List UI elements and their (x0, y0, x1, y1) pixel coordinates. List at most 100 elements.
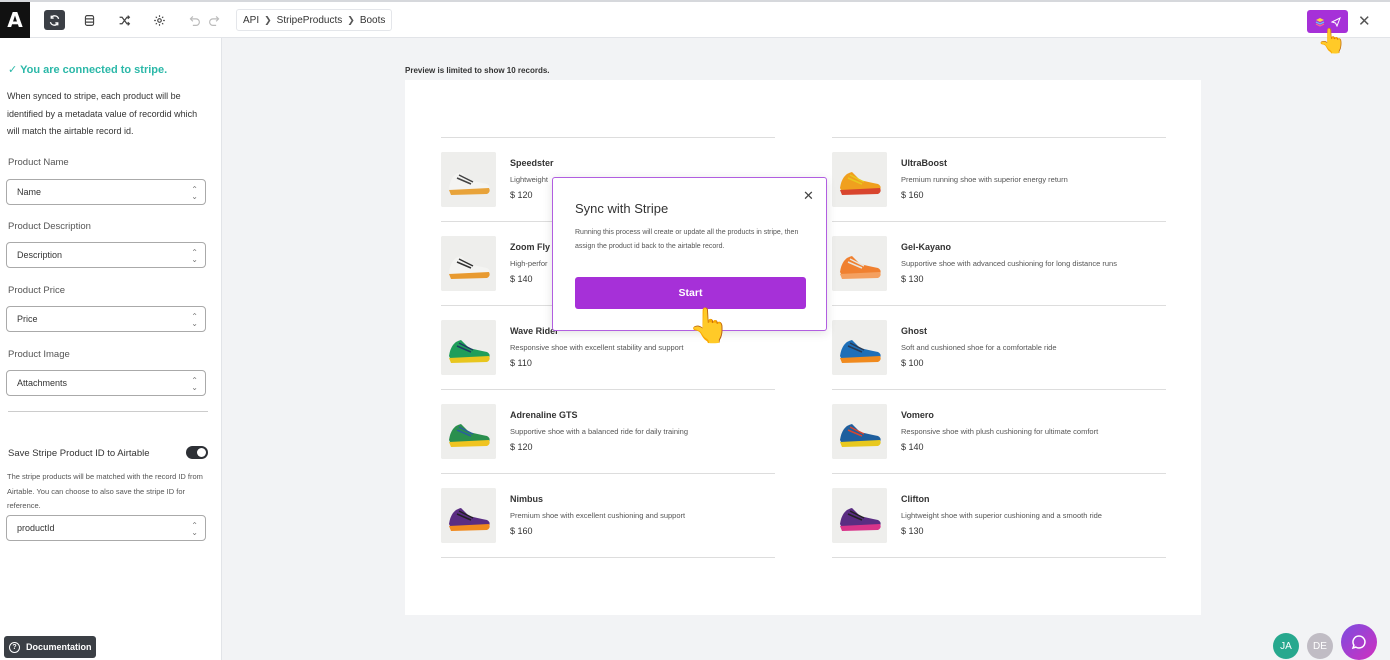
product-description: Soft and cushioned shoe for a comfortabl… (901, 343, 1057, 352)
settings-sidebar: ✓ You are connected to stripe. When sync… (0, 38, 222, 660)
redo-button[interactable] (204, 10, 225, 30)
avatar[interactable]: DE (1307, 633, 1333, 659)
help-icon: ? (9, 641, 20, 653)
product-thumbnail (832, 236, 887, 291)
product-description: Lightweight (510, 175, 548, 184)
shoe-image (832, 488, 887, 543)
chat-bubble-icon (1351, 635, 1366, 650)
close-icon[interactable]: ✕ (803, 188, 814, 204)
refresh-button[interactable] (44, 10, 65, 30)
product-row: Clifton Lightweight shoe with superior cu… (832, 474, 1166, 558)
field-label: Product Image (8, 349, 70, 360)
product-description-select[interactable]: Description ⌃ ⌄ (6, 242, 206, 268)
product-description: Responsive shoe with excellent stability… (510, 343, 684, 352)
refresh-icon (49, 14, 60, 26)
product-image-select[interactable]: Attachments ⌃ ⌄ (6, 370, 206, 396)
divider (8, 411, 208, 412)
field-label: Product Name (8, 157, 69, 168)
database-button[interactable] (79, 10, 100, 30)
product-row: Vomero Responsive shoe with plush cushion… (832, 390, 1166, 474)
start-button[interactable]: Start (575, 277, 806, 309)
product-price: $ 110 (510, 358, 532, 368)
product-description: Supportive shoe with a balanced ride for… (510, 427, 689, 436)
chevron-right-icon: ❯ (347, 14, 355, 25)
product-description: Responsive shoe with plush cushioning fo… (901, 427, 1099, 436)
shoe-image (441, 404, 496, 459)
undo-button[interactable] (184, 10, 205, 30)
settings-button[interactable] (149, 10, 170, 30)
save-id-description: The stripe products will be matched with… (7, 472, 203, 510)
chevron-updown-icon: ⌃ ⌄ (191, 376, 198, 392)
shuffle-button[interactable] (114, 10, 135, 30)
gear-icon (154, 14, 165, 26)
product-name: Ghost (901, 326, 927, 336)
product-price: $ 130 (901, 274, 924, 284)
product-price: $ 100 (901, 358, 924, 368)
field-label: Product Price (8, 285, 66, 296)
shoe-image (832, 404, 887, 459)
product-name: Adrenaline GTS (510, 410, 578, 420)
pointer-hand-icon: 👆 (1317, 28, 1347, 55)
shoe-image (441, 320, 496, 375)
pointer-hand-icon: 👆 (688, 307, 731, 345)
product-thumbnail (832, 152, 887, 207)
product-name: Nimbus (510, 494, 544, 504)
product-price: $ 160 (901, 190, 924, 200)
product-price: $ 160 (510, 526, 533, 536)
product-thumbnail (441, 404, 496, 459)
product-preview-panel: Speedster Lightweight $ 120 Zoom Fly High-pe… (405, 80, 1201, 615)
breadcrumb-item[interactable]: Boots (360, 15, 386, 26)
product-name-select[interactable]: Name ⌃ ⌄ (6, 179, 206, 205)
product-row: Ghost Soft and cushioned shoe for a comfo… (832, 306, 1166, 390)
modal-description: Running this process will create or upda… (575, 229, 799, 250)
product-price: $ 120 (510, 190, 533, 200)
product-price: $ 140 (510, 274, 533, 284)
connection-status: ✓ You are connected to stripe. (8, 64, 168, 76)
avatar[interactable]: JA (1273, 633, 1299, 659)
close-icon[interactable]: ✕ (1358, 12, 1371, 30)
product-column-right: UltraBoost Premium running shoe with supe… (832, 137, 1166, 558)
product-description: Premium running shoe with superior energ… (901, 175, 1068, 184)
app-logo: A (0, 2, 30, 38)
shoe-image (832, 152, 887, 207)
product-name: Speedster (510, 158, 554, 168)
send-icon (1330, 16, 1341, 27)
field-label: Product Description (8, 221, 91, 232)
product-price: $ 130 (901, 526, 924, 536)
chevron-updown-icon: ⌃ ⌄ (191, 521, 198, 537)
product-name: Zoom Fly (510, 242, 550, 252)
top-bar: A API ❯ StripeProducts ❯ Boots ✕ (0, 0, 1390, 38)
chevron-updown-icon: ⌃ ⌄ (191, 185, 198, 201)
shuffle-icon (119, 14, 131, 26)
product-description: High-perfor (510, 259, 548, 268)
redo-icon (209, 15, 220, 26)
undo-icon (189, 15, 200, 26)
shoe-image (832, 320, 887, 375)
chat-button[interactable] (1341, 624, 1377, 660)
product-name: Clifton (901, 494, 930, 504)
check-icon: ✓ (8, 64, 18, 76)
product-thumbnail (441, 152, 496, 207)
product-row: Nimbus Premium shoe with excellent cushio… (441, 474, 775, 558)
product-name: Vomero (901, 410, 934, 420)
shoe-image (832, 236, 887, 291)
breadcrumb-item[interactable]: API (243, 15, 259, 26)
breadcrumb-item[interactable]: StripeProducts (277, 15, 343, 26)
modal-title: Sync with Stripe (575, 201, 669, 216)
product-description: Lightweight shoe with superior cushionin… (901, 511, 1102, 520)
product-name: UltraBoost (901, 158, 948, 168)
product-id-field-select[interactable]: productId ⌃ ⌄ (6, 515, 206, 541)
breadcrumb: API ❯ StripeProducts ❯ Boots (236, 9, 393, 31)
save-id-toggle[interactable] (186, 446, 208, 459)
connection-description: When synced to stripe, each product will… (7, 91, 198, 136)
documentation-button[interactable]: ? Documentation (4, 636, 96, 658)
product-thumbnail (832, 488, 887, 543)
save-id-label: Save Stripe Product ID to Airtable (8, 448, 150, 459)
product-price-select[interactable]: Price ⌃ ⌄ (6, 306, 206, 332)
shoe-image (441, 152, 496, 207)
stack-icon (1315, 17, 1324, 27)
product-row: Gel-Kayano Supportive shoe with advanced … (832, 222, 1166, 306)
chevron-right-icon: ❯ (264, 14, 272, 25)
chevron-updown-icon: ⌃ ⌄ (191, 312, 198, 328)
preview-note: Preview is limited to show 10 records. (405, 66, 550, 75)
